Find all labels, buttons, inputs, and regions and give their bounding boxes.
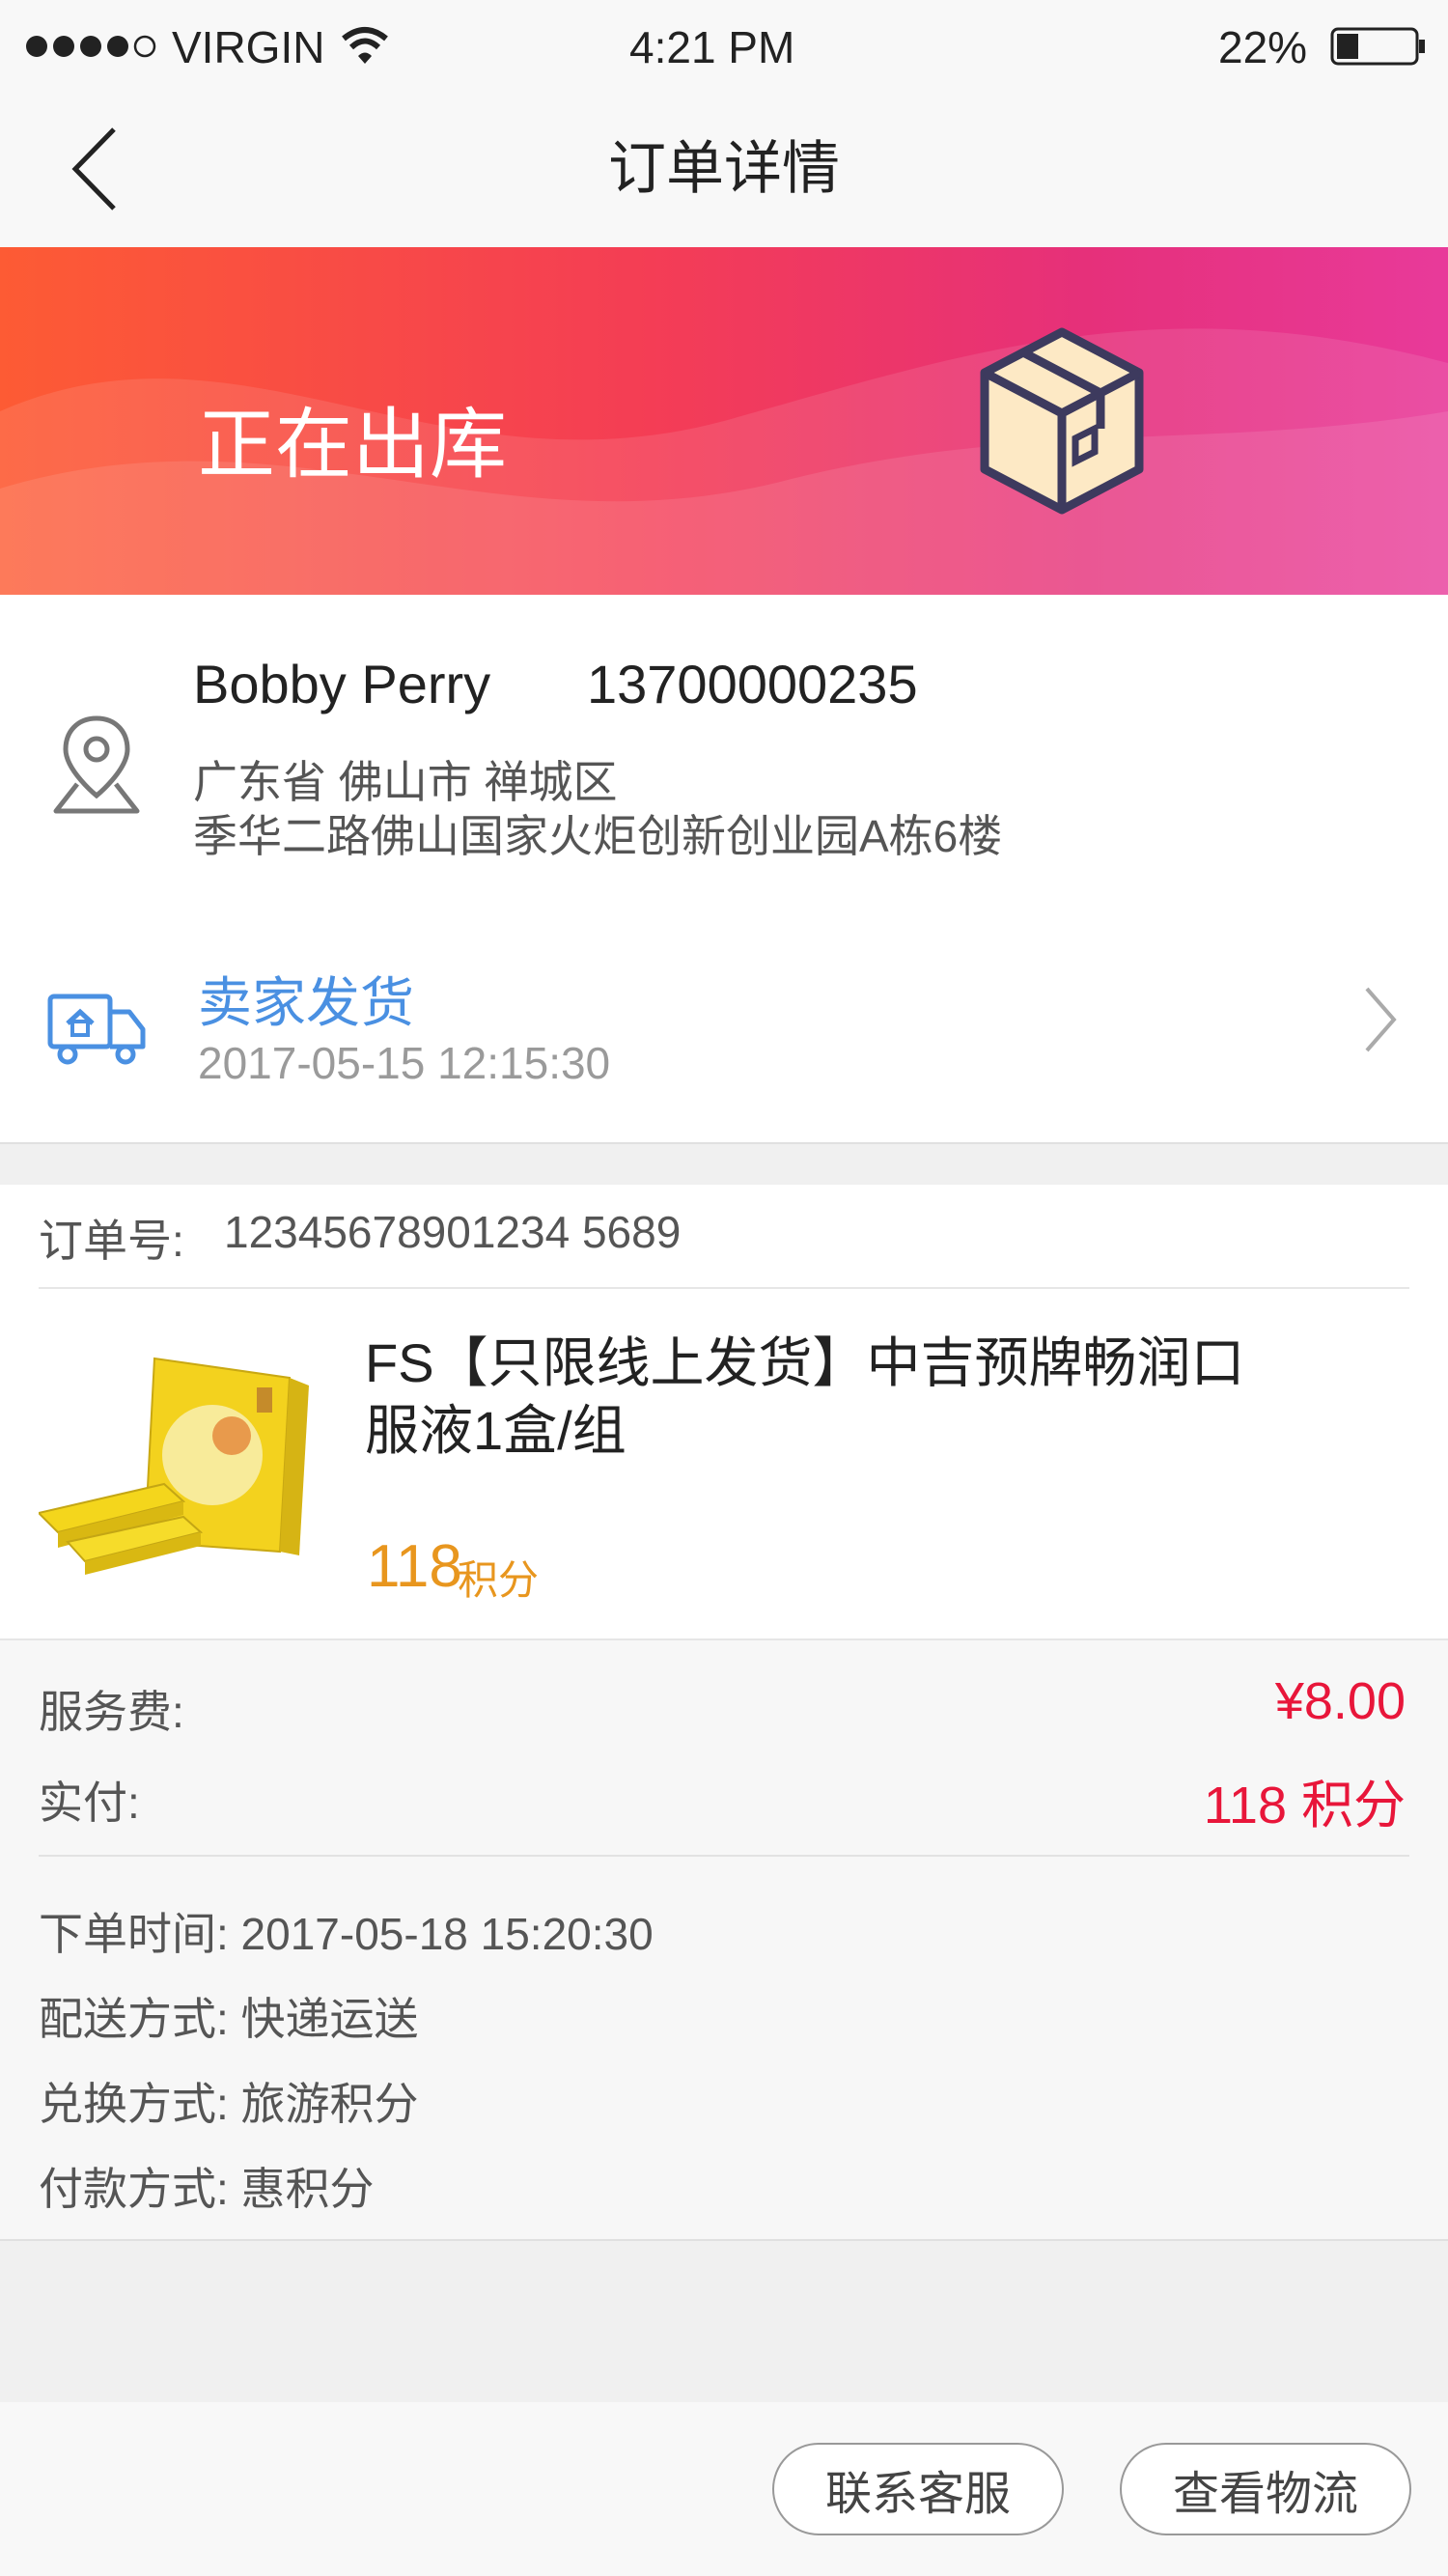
recipient-name: Bobby Perry xyxy=(193,654,491,714)
carrier-label: VIRGIN xyxy=(172,22,325,72)
product-image[interactable] xyxy=(37,1349,319,1590)
product-price: 118 xyxy=(367,1533,462,1600)
location-pin-icon xyxy=(48,711,145,817)
order-number-label: 订单号: xyxy=(39,1216,184,1266)
paid-value: 118 积分 xyxy=(1203,1777,1406,1834)
divider xyxy=(39,1855,1409,1857)
order-status-banner: 正在出库 xyxy=(0,247,1448,595)
order-time: 下单时间: 2017-05-18 15:20:30 xyxy=(39,1909,654,1959)
product-title-continued[interactable]: 服液1盒/组 xyxy=(365,1387,627,1466)
order-number: 12345678901234 5689 xyxy=(224,1207,682,1257)
signal-dots-icon xyxy=(25,33,160,62)
delivery-method: 配送方式: 快递运送 xyxy=(39,1994,419,2044)
payment-method: 付款方式: 惠积分 xyxy=(39,2164,375,2214)
top-bar: VIRGIN 4:21 PM 22% 订单详情 xyxy=(0,0,1448,247)
paid-label: 实付: xyxy=(39,1778,140,1828)
contact-service-button[interactable]: 联系客服 xyxy=(772,2443,1064,2535)
service-fee-value: ¥8.00 xyxy=(1274,1672,1406,1730)
logistics-status: 卖家发货 xyxy=(198,972,414,1033)
order-status-title: 正在出库 xyxy=(198,402,507,488)
product-title[interactable]: FS【只限线上发货】中吉预牌畅润口 xyxy=(365,1320,1245,1398)
logistics-time: 2017-05-15 12:15:30 xyxy=(198,1038,611,1088)
battery-percent: 22% xyxy=(1218,22,1308,72)
page-title: 订单详情 xyxy=(608,136,840,201)
clock-label: 4:21 PM xyxy=(629,22,795,72)
divider xyxy=(39,1287,1409,1289)
order-card: 订单号: 12345678901234 5689 FS【只限线上发货】中吉预牌畅… xyxy=(0,1185,1448,1638)
service-fee-label: 服务费: xyxy=(39,1687,184,1737)
chevron-right-icon xyxy=(1361,981,1400,1058)
order-summary: 服务费: ¥8.00 实付: 118 积分 下单时间: 2017-05-18 1… xyxy=(0,1638,1448,2241)
delivery-truck-icon xyxy=(46,991,147,1068)
exchange-method: 兑换方式: 旅游积分 xyxy=(39,2079,419,2129)
wifi-icon xyxy=(340,25,390,68)
product-price-unit: 积分 xyxy=(458,1557,540,1603)
view-logistics-button[interactable]: 查看物流 xyxy=(1120,2443,1411,2535)
address-street: 季华二路佛山国家火炬创新创业园A栋6楼 xyxy=(193,811,1003,861)
package-box-icon xyxy=(975,324,1149,518)
recipient-phone: 13700000235 xyxy=(587,654,918,714)
address-card: Bobby Perry 13700000235 广东省 佛山市 禅城区 季华二路… xyxy=(0,595,1448,1144)
battery-icon xyxy=(1330,25,1427,68)
bottom-action-bar: 联系客服 查看物流 xyxy=(0,2402,1448,2576)
